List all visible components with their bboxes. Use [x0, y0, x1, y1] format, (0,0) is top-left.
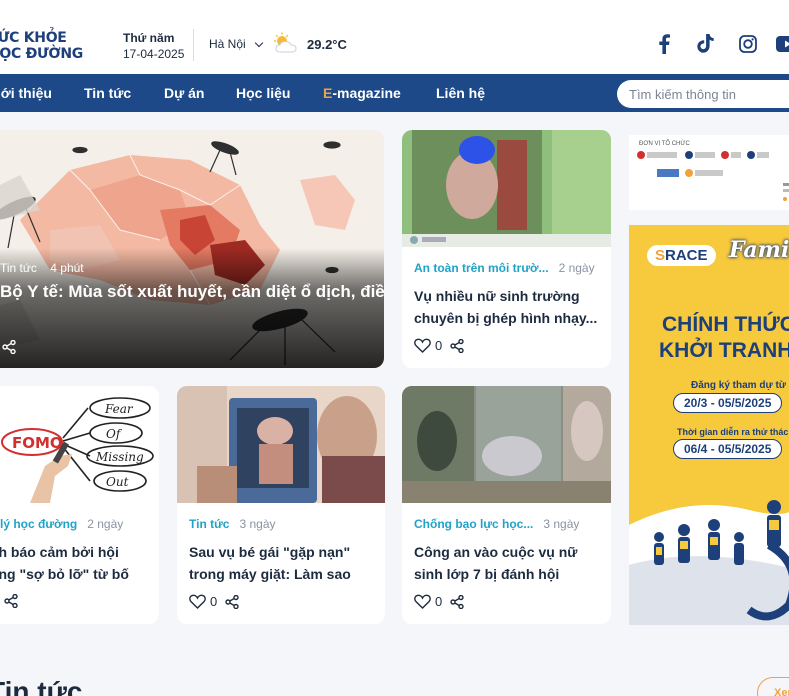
hero-category[interactable]: Tin tức: [0, 261, 37, 275]
date-day: Thứ năm: [123, 31, 175, 45]
logo-line-2: HỌC ĐƯỜNG: [0, 46, 83, 62]
heart-icon: [414, 594, 431, 609]
article-category-2[interactable]: Tâm lý học đường: [0, 517, 77, 531]
article-category-1[interactable]: An toàn trên môi trườ...: [414, 261, 549, 275]
nav-item-contact[interactable]: Liên hệ: [436, 85, 485, 101]
article-actions-4: 0: [414, 594, 464, 609]
like-count: 0: [435, 594, 443, 609]
emagazine-rest: -magazine: [332, 85, 401, 101]
article-meta-2: Tâm lý học đường 2 ngày: [0, 517, 123, 531]
heart-icon: [189, 594, 206, 609]
ad-register-dates: 20/3 - 05/5/2025: [673, 393, 783, 413]
article-meta-3: Tin tức 3 ngày: [189, 517, 276, 531]
ad-headline-1: CHÍNH THỨC: [662, 313, 789, 336]
like-button[interactable]: 0: [414, 338, 442, 353]
article-category-4[interactable]: Chống bạo lực học...: [414, 517, 533, 531]
article-time-3: 3 ngày: [239, 517, 276, 531]
article-actions-3: 0: [189, 594, 239, 609]
fomo-word-4: Missing: [95, 450, 144, 464]
article-thumbnail-2: FOMO Fear Of Missing Out: [0, 386, 159, 503]
article-title-3[interactable]: Sau vụ bé gái "gặp nạn" trong máy giặt: …: [189, 541, 373, 585]
emagazine-e-letter: E: [323, 85, 333, 101]
fomo-word-1: FOMO: [12, 434, 63, 452]
article-title-1[interactable]: Vụ nhiều nữ sinh trường chuyên bị ghép h…: [414, 285, 599, 329]
nav-item-materials[interactable]: Học liệu: [236, 85, 290, 101]
ad-challenge-label: Thời gian diễn ra thử thách: [677, 427, 789, 437]
article-thumbnail-4: [402, 386, 611, 503]
ad-register-label: Đăng ký tham dự từ: [691, 380, 787, 391]
share-icon[interactable]: [4, 594, 18, 608]
article-actions-1: 0: [414, 338, 464, 353]
organizer-logos: [637, 149, 789, 209]
share-icon[interactable]: [450, 338, 464, 353]
fomo-word-5: Out: [106, 475, 129, 489]
article-meta-4: Chống bạo lực học... 3 ngày: [414, 517, 579, 531]
like-button[interactable]: 0: [414, 594, 442, 609]
article-time-1: 2 ngày: [558, 261, 595, 275]
site-logo[interactable]: SỨC KHỎE HỌC ĐƯỜNG: [0, 30, 98, 62]
heart-icon: [414, 338, 431, 353]
ad-brand: SRACE: [647, 245, 716, 266]
view-more-button[interactable]: Xem thêm: [757, 677, 789, 696]
share-icon[interactable]: [2, 339, 16, 359]
like-button[interactable]: 0: [189, 594, 217, 609]
header-divider: [193, 29, 194, 61]
temperature: 29.2°C: [307, 37, 347, 52]
article-time-4: 3 ngày: [543, 517, 580, 531]
article-meta-1: An toàn trên môi trườ... 2 ngày: [414, 261, 595, 275]
share-icon[interactable]: [225, 594, 239, 609]
article-title-4[interactable]: Công an vào cuộc vụ nữ sinh lớp 7 bị đán…: [414, 541, 599, 585]
youtube-icon[interactable]: [776, 33, 789, 55]
partly-sunny-icon: [274, 32, 297, 53]
nav-item-news[interactable]: Tin tức: [84, 85, 131, 101]
ad-challenge-dates: 06/4 - 05/5/2025: [673, 439, 783, 459]
search-input[interactable]: [629, 87, 789, 102]
search-box: [617, 80, 789, 108]
ad-srace-banner[interactable]: SRACE Family CHÍNH THỨC KHỞI TRANH Đăng …: [629, 225, 789, 625]
article-card-2[interactable]: FOMO Fear Of Missing Out Tâm lý học đườn…: [0, 386, 159, 624]
nav-item-about[interactable]: Giới thiệu: [0, 85, 52, 101]
section-title: Tin tức: [0, 676, 83, 696]
article-thumbnail-3: [177, 386, 385, 503]
article-time-2: 2 ngày: [87, 517, 124, 531]
instagram-icon[interactable]: [737, 33, 759, 55]
nav-item-projects[interactable]: Dự án: [164, 85, 204, 101]
ad-organizers[interactable]: ĐƠN VỊ TỔ CHỨC: [629, 135, 789, 210]
share-icon[interactable]: [450, 594, 464, 609]
article-actions-2: [4, 594, 18, 608]
fomo-word-2: Fear: [104, 402, 134, 416]
ad-background: [629, 225, 789, 625]
facebook-icon[interactable]: [653, 33, 675, 55]
article-card-3[interactable]: Tin tức 3 ngày Sau vụ bé gái "gặp nạn" tr…: [177, 386, 385, 624]
ad-brand-race: RACE: [665, 247, 708, 264]
nav-item-emagazine[interactable]: E-magazine: [323, 85, 401, 101]
hero-title[interactable]: Bộ Y tế: Mùa sốt xuất huyết, cần diệt ổ …: [0, 282, 384, 302]
tiktok-icon[interactable]: [695, 33, 717, 55]
logo-line-1: SỨC KHỎE: [0, 30, 67, 46]
article-category-3[interactable]: Tin tức: [189, 517, 229, 531]
like-count: 0: [210, 594, 218, 609]
ad-organizer-label: ĐƠN VỊ TỔ CHỨC: [639, 141, 690, 147]
city-selector[interactable]: Hà Nội: [209, 37, 263, 51]
date-block: Thứ năm 17-04-2025: [123, 31, 184, 61]
article-card-4[interactable]: Chống bạo lực học... 3 ngày Công an vào c…: [402, 386, 611, 624]
date-value: 17-04-2025: [123, 47, 185, 61]
top-bar: SỨC KHỎE HỌC ĐƯỜNG Thứ năm 17-04-2025 Hà…: [0, 0, 789, 74]
ad-brand-s: S: [655, 247, 666, 264]
city-label: Hà Nội: [209, 37, 246, 51]
hero-meta: Tin tức 4 phút: [0, 261, 84, 275]
page: SỨC KHỎE HỌC ĐƯỜNG Thứ năm 17-04-2025 Hà…: [0, 0, 789, 696]
hero-article[interactable]: Tin tức 4 phút Bộ Y tế: Mùa sốt xuất huy…: [0, 130, 384, 368]
like-count: 0: [435, 338, 443, 353]
article-title-2[interactable]: Cảnh báo cảm bởi hội chứng "sợ bỏ lỡ" từ…: [0, 541, 147, 585]
ad-brand-family: Family: [729, 237, 789, 263]
article-thumbnail-1: [402, 130, 611, 247]
ad-headline-2: KHỞI TRANH: [659, 339, 789, 362]
hero-time: 4 phút: [50, 261, 84, 275]
chevron-down-icon: [254, 38, 263, 47]
article-card-1[interactable]: An toàn trên môi trườ... 2 ngày Vụ nhiều …: [402, 130, 611, 368]
